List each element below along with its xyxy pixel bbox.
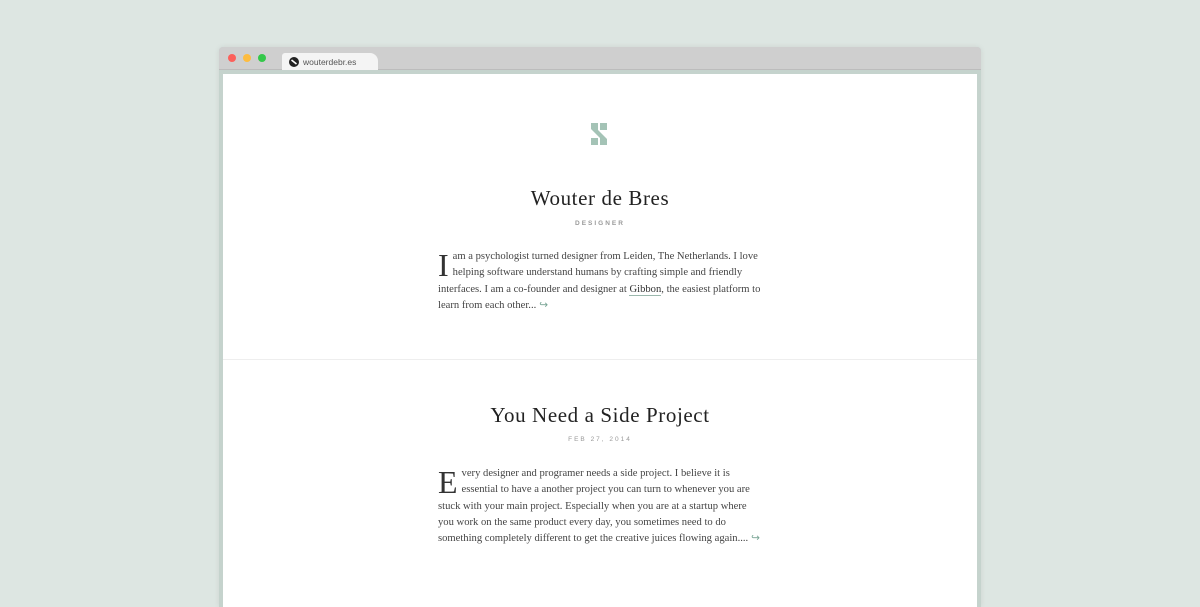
close-window-button[interactable] xyxy=(228,54,236,62)
post-date: FEB 27, 2014 xyxy=(568,436,632,443)
site-logo-icon[interactable] xyxy=(587,122,611,146)
page-viewport[interactable]: Wouter de Bres DESIGNER I am a psycholog… xyxy=(223,74,977,607)
return-arrow-icon[interactable]: ↪ xyxy=(751,533,760,544)
tab-title: wouterdebr.es xyxy=(303,56,357,67)
bio-dropcap: I xyxy=(438,247,449,283)
post-title[interactable]: You Need a Side Project xyxy=(223,403,977,428)
minimize-window-button[interactable] xyxy=(243,54,251,62)
post-excerpt-text: very designer and programer needs a side… xyxy=(438,468,750,545)
site-logo-icon xyxy=(289,56,299,67)
browser-tab[interactable]: wouterdebr.es xyxy=(282,53,378,70)
gibbon-link[interactable]: Gibbon xyxy=(629,283,662,296)
browser-titlebar: wouterdebr.es xyxy=(219,47,981,70)
author-name: Wouter de Bres xyxy=(530,186,670,210)
post-excerpt: Every designer and programer needs a sid… xyxy=(438,466,762,547)
post-dropcap: E xyxy=(438,464,458,500)
author-role: DESIGNER xyxy=(575,220,625,227)
maximize-window-button[interactable] xyxy=(258,54,266,62)
section-divider xyxy=(223,359,977,360)
browser-window: wouterdebr.es Wouter de Bres DESIGNER I … xyxy=(219,47,981,607)
return-arrow-icon[interactable]: ↪ xyxy=(539,300,548,311)
bio-paragraph: I am a psychologist turned designer from… xyxy=(438,249,762,314)
